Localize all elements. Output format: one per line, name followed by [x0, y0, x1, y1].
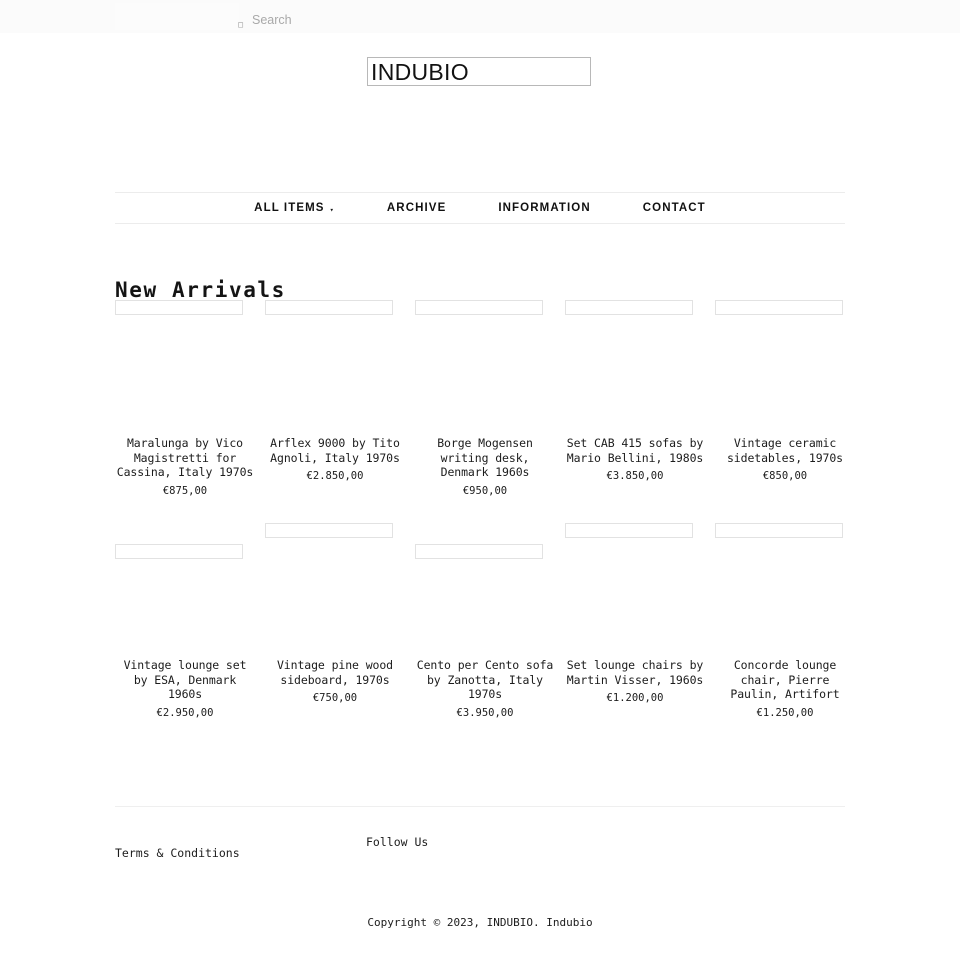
nav-item-all-items[interactable]: ALL ITEMS ▾	[254, 202, 335, 214]
product-grid: Maralunga by Vico Magistretti for Cassin…	[115, 296, 845, 740]
site-footer: Terms & Conditions Follow Us	[115, 806, 845, 887]
product-image-placeholder[interactable]	[415, 544, 543, 559]
product-title[interactable]: Vintage pine wood sideboard, 1970s	[265, 658, 405, 687]
product-price: €1.200,00	[606, 692, 664, 705]
product-info: Vintage ceramic sidetables, 1970s €850,00	[715, 436, 855, 483]
product-title[interactable]: Maralunga by Vico Magistretti for Cassin…	[115, 436, 255, 480]
product-title[interactable]: Set lounge chairs by Martin Visser, 1960…	[565, 658, 705, 687]
product-price: €850,00	[762, 470, 808, 483]
product-price: €3.850,00	[606, 470, 664, 483]
product-price: €750,00	[312, 692, 358, 705]
product-price: €950,00	[462, 485, 508, 498]
product-price: €2.850,00	[306, 470, 364, 483]
product-image-placeholder[interactable]	[565, 300, 693, 315]
nav-item-label: ARCHIVE	[386, 202, 447, 214]
product-image-placeholder[interactable]	[265, 523, 393, 538]
copyright-text: Copyright © 2023, INDUBIO. Indubio	[367, 916, 593, 929]
nav-item-label: CONTACT	[642, 202, 706, 214]
nav-item-label: ALL ITEMS	[254, 202, 325, 214]
nav-item-information[interactable]: INFORMATION	[498, 202, 590, 214]
product-price: €3.950,00	[456, 707, 514, 720]
product-info: Maralunga by Vico Magistretti for Cassin…	[115, 436, 255, 498]
product-image-placeholder[interactable]	[115, 300, 243, 315]
top-utility-bar: □	[0, 0, 960, 33]
product-info: Borge Mogensen writing desk, Denmark 196…	[415, 436, 555, 498]
product-image-placeholder[interactable]	[715, 300, 843, 315]
product-image-placeholder[interactable]	[415, 300, 543, 315]
product-title[interactable]: Borge Mogensen writing desk, Denmark 196…	[415, 436, 555, 480]
product-info: Arflex 9000 by Tito Agnoli, Italy 1970s €…	[265, 436, 405, 483]
product-info: Concorde lounge chair, Pierre Paulin, Ar…	[715, 658, 855, 720]
site-logo[interactable]: INDUBIO	[367, 57, 591, 86]
product-price: €875,00	[162, 485, 208, 498]
product-price: €2.950,00	[156, 707, 214, 720]
product-image-placeholder[interactable]	[715, 523, 843, 538]
product-row: Maralunga by Vico Magistretti for Cassin…	[115, 296, 845, 518]
product-price: €1.250,00	[756, 707, 814, 720]
nav-item-archive[interactable]: ARCHIVE	[387, 202, 446, 214]
follow-us-heading: Follow Us	[366, 835, 429, 849]
main-navigation: ALL ITEMS ▾ ARCHIVE INFORMATION CONTACT	[115, 192, 845, 224]
product-image-placeholder[interactable]	[565, 523, 693, 538]
search-input[interactable]	[252, 11, 352, 29]
search-box[interactable]: □	[115, 3, 352, 30]
chevron-down-icon: ▾	[329, 205, 335, 214]
product-title[interactable]: Arflex 9000 by Tito Agnoli, Italy 1970s	[265, 436, 405, 465]
product-info: Vintage lounge set by ESA, Denmark 1960s…	[115, 658, 255, 720]
product-info: Set lounge chairs by Martin Visser, 1960…	[565, 658, 705, 705]
product-title[interactable]: Vintage lounge set by ESA, Denmark 1960s	[115, 658, 255, 702]
product-row: Vintage lounge set by ESA, Denmark 1960s…	[115, 518, 845, 740]
nav-item-contact[interactable]: CONTACT	[643, 202, 706, 214]
product-image-placeholder[interactable]	[265, 300, 393, 315]
product-info: Vintage pine wood sideboard, 1970s €750,0…	[265, 658, 405, 705]
product-title[interactable]: Cento per Cento sofa by Zanotta, Italy 1…	[415, 658, 555, 702]
product-image-placeholder[interactable]	[115, 544, 243, 559]
site-logo-text: INDUBIO	[371, 59, 469, 85]
terms-and-conditions-link[interactable]: Terms & Conditions	[115, 846, 240, 860]
site-header: INDUBIO	[0, 33, 960, 193]
product-title[interactable]: Concorde lounge chair, Pierre Paulin, Ar…	[715, 658, 855, 702]
nav-item-label: INFORMATION	[498, 202, 591, 214]
product-title[interactable]: Vintage ceramic sidetables, 1970s	[715, 436, 855, 465]
product-title[interactable]: Set CAB 415 sofas by Mario Bellini, 1980…	[565, 436, 705, 465]
product-info: Set CAB 415 sofas by Mario Bellini, 1980…	[565, 436, 705, 483]
search-icon[interactable]: □	[236, 20, 245, 29]
product-info: Cento per Cento sofa by Zanotta, Italy 1…	[415, 658, 555, 720]
